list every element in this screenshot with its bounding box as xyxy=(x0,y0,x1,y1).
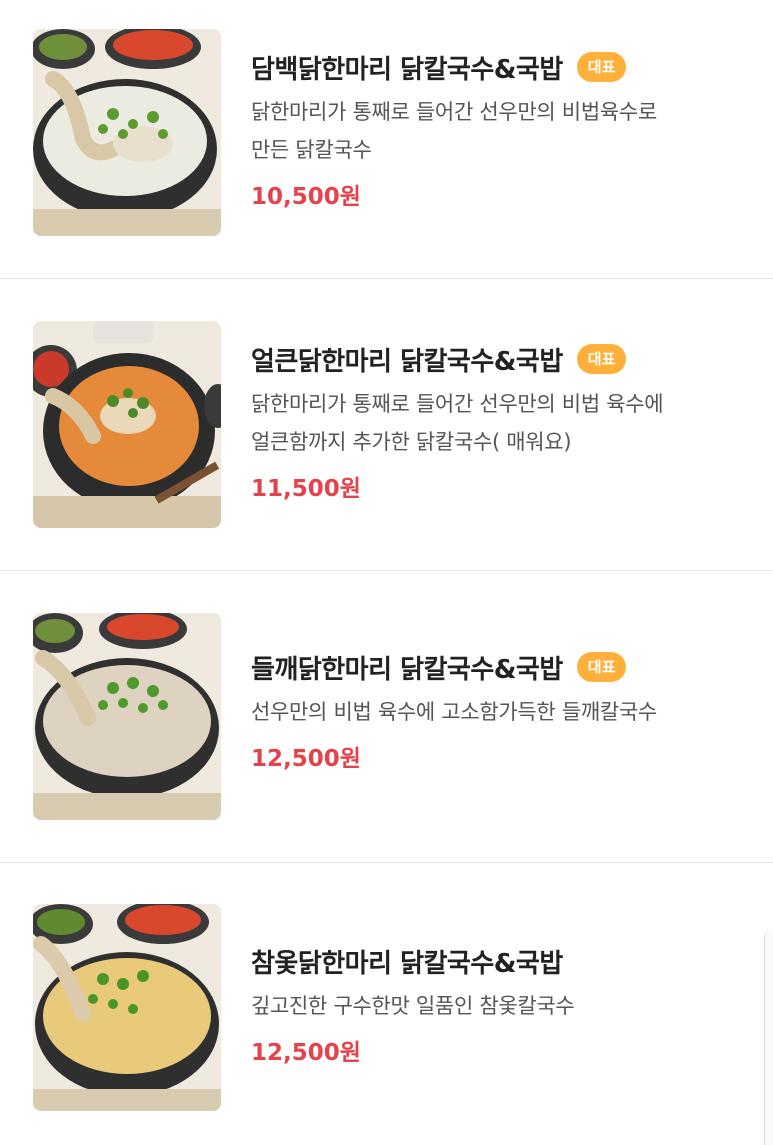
signature-badge: 대표 xyxy=(576,652,627,682)
menu-name: 들깨닭한마리 닭칼국수&국밥 xyxy=(251,654,563,685)
menu-info: 들깨닭한마리 닭칼국수&국밥 대표 선우만의 비법 육수에 고소함가득한 들깨칼… xyxy=(251,647,743,773)
menu-list: 담백닭한마리 닭칼국수&국밥 대표 닭한마리가 통째로 들어간 선우만의 비법육… xyxy=(0,0,773,1145)
menu-photo xyxy=(33,29,221,236)
signature-badge: 대표 xyxy=(576,52,627,82)
menu-name: 얼큰닭한마리 닭칼국수&국밥 xyxy=(251,346,563,377)
menu-info: 얼큰닭한마리 닭칼국수&국밥 대표 닭한마리가 통째로 들어간 선우만의 비법 … xyxy=(251,339,743,503)
menu-name: 참옻닭한마리 닭칼국수&국밥 xyxy=(251,948,563,979)
menu-photo xyxy=(33,904,221,1111)
menu-price: 11,500원 xyxy=(251,476,361,502)
menu-info: 담백닭한마리 닭칼국수&국밥 대표 닭한마리가 통째로 들어간 선우만의 비법육… xyxy=(251,47,743,211)
menu-item-2[interactable]: 얼큰닭한마리 닭칼국수&국밥 대표 닭한마리가 통째로 들어간 선우만의 비법 … xyxy=(0,279,773,570)
menu-price: 12,500원 xyxy=(251,746,361,772)
menu-item-3[interactable]: 들깨닭한마리 닭칼국수&국밥 대표 선우만의 비법 육수에 고소함가득한 들깨칼… xyxy=(0,571,773,862)
menu-description: 닭한마리가 통째로 들어간 선우만의 비법 육수에 얼큰함까지 추가한 닭칼국수… xyxy=(251,392,664,454)
menu-description: 닭한마리가 통째로 들어간 선우만의 비법육수로 만든 닭칼국수 xyxy=(251,100,657,162)
scrollbar[interactable] xyxy=(764,930,773,1145)
menu-photo xyxy=(33,321,221,528)
menu-name: 담백닭한마리 닭칼국수&국밥 xyxy=(251,54,563,85)
signature-badge: 대표 xyxy=(576,344,627,374)
menu-item-4[interactable]: 참옻닭한마리 닭칼국수&국밥 깊고진한 구수한맛 일품인 참옻칼국수 12,50… xyxy=(0,863,773,1145)
menu-price: 10,500원 xyxy=(251,184,361,210)
menu-description: 선우만의 비법 육수에 고소함가득한 들깨칼국수 xyxy=(251,700,657,724)
menu-description: 깊고진한 구수한맛 일품인 참옻칼국수 xyxy=(251,994,575,1018)
menu-item-1[interactable]: 담백닭한마리 닭칼국수&국밥 대표 닭한마리가 통째로 들어간 선우만의 비법육… xyxy=(0,0,773,278)
menu-photo xyxy=(33,613,221,820)
menu-info: 참옻닭한마리 닭칼국수&국밥 깊고진한 구수한맛 일품인 참옻칼국수 12,50… xyxy=(251,941,743,1067)
menu-price: 12,500원 xyxy=(251,1040,361,1066)
